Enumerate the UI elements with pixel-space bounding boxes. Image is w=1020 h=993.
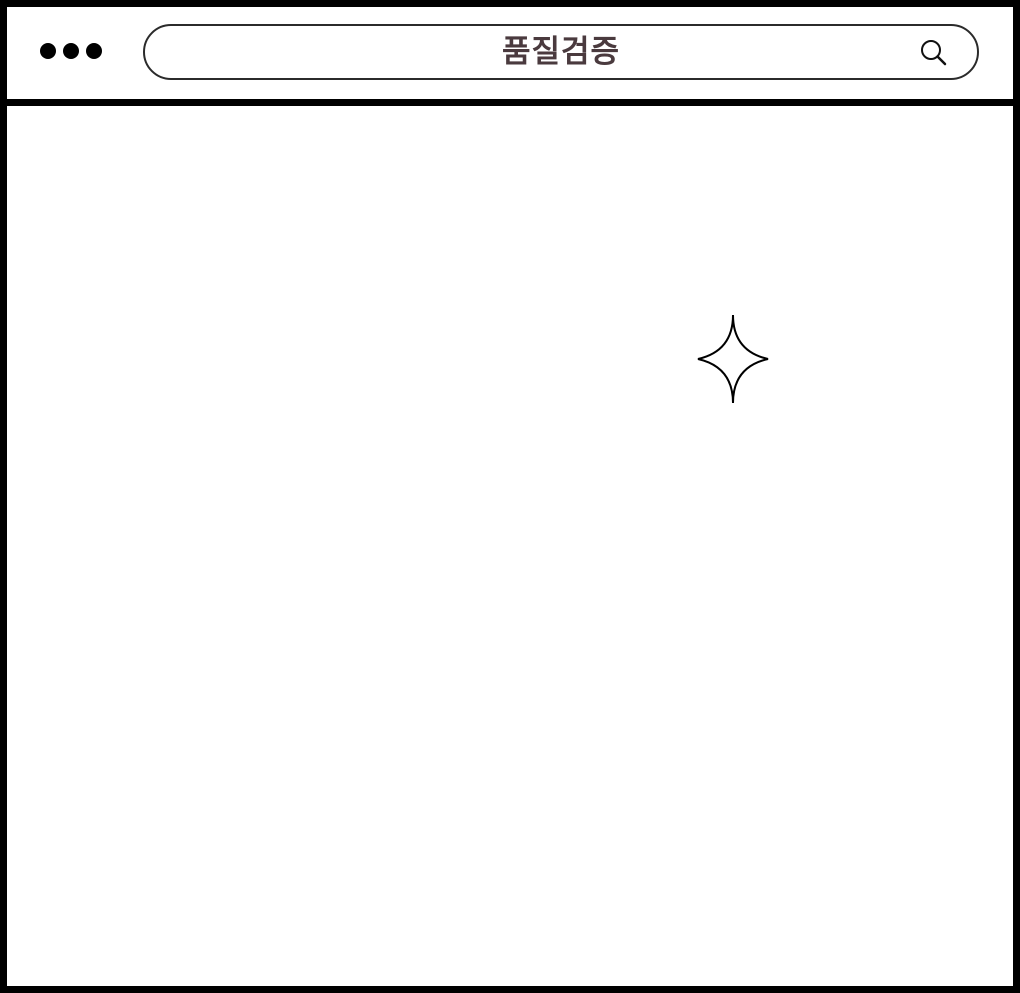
search-bar[interactable]: 품질검증 <box>143 24 979 80</box>
window-dot <box>40 43 56 59</box>
page-content <box>7 106 1013 986</box>
sparkle-icon <box>697 314 769 404</box>
browser-window: 품질검증 <box>0 0 1020 993</box>
search-query[interactable]: 품질검증 <box>145 26 977 78</box>
more-dots-icon[interactable] <box>40 43 102 59</box>
window-dot <box>63 43 79 59</box>
title-bar: 품질검증 <box>7 7 1013 106</box>
search-icon[interactable] <box>918 37 950 69</box>
window-dot <box>86 43 102 59</box>
